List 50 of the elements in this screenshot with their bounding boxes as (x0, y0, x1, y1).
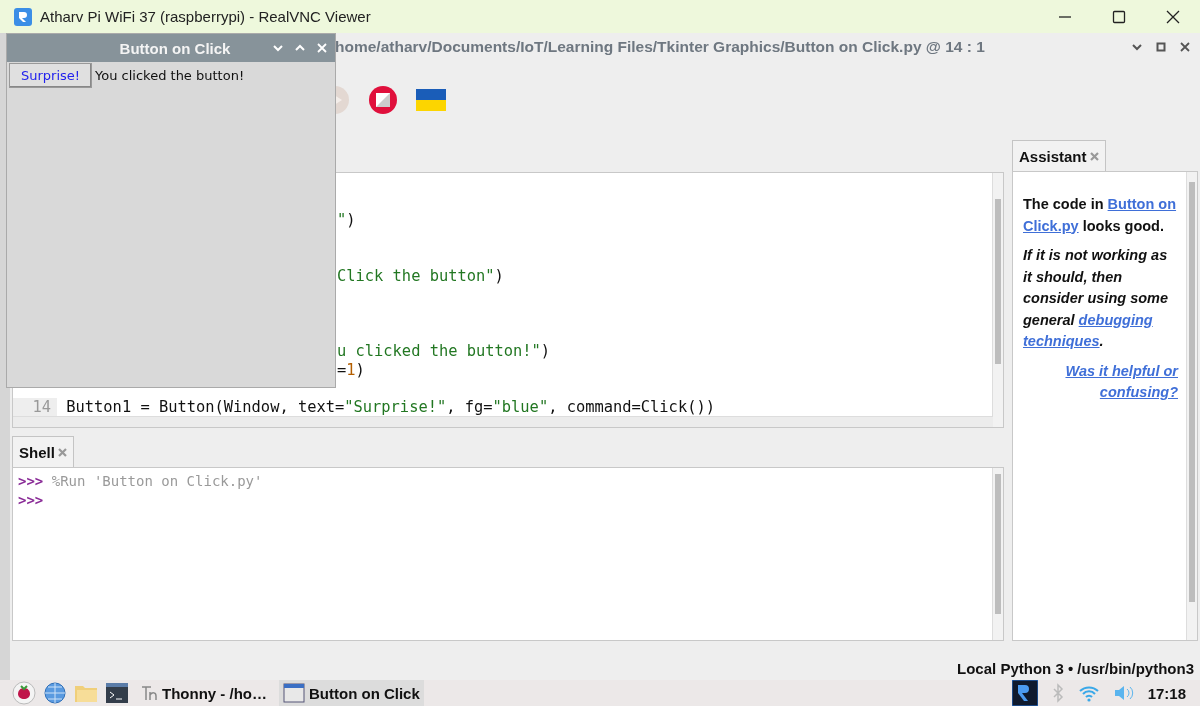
taskbar-item[interactable]: Button on Click (279, 680, 424, 706)
code-line: Click the button") (337, 266, 504, 286)
assistant-message: If it is not working as it should, then consider using some general debugging techniques. (1023, 246, 1170, 351)
bluetooth-icon[interactable] (1051, 683, 1064, 703)
volume-icon[interactable] (1113, 685, 1134, 701)
chevron-down-icon[interactable] (1132, 41, 1142, 52)
terminal-icon[interactable] (106, 683, 128, 703)
window-icon (283, 683, 305, 703)
taskbar-item[interactable]: Thonny - /ho… (136, 680, 271, 706)
shell-line: >>> %Run 'Button on Click.py' (18, 472, 264, 491)
scrollbar[interactable] (13, 416, 993, 427)
code-line: ") (337, 210, 356, 230)
close-icon[interactable] (1180, 41, 1190, 52)
close-icon[interactable] (1166, 9, 1180, 24)
shell-tab[interactable]: Shell (12, 436, 74, 467)
scrollbar[interactable] (1186, 172, 1197, 640)
chevron-up-icon[interactable] (295, 43, 305, 53)
window-title: Button on Click (118, 39, 232, 57)
code-line: =1) (337, 360, 365, 380)
scrollbar[interactable] (992, 173, 1003, 427)
message-label: You clicked the button! (95, 68, 245, 83)
flag-icon (416, 89, 446, 111)
shell-console[interactable]: >>> %Run 'Button on Click.py' >>> (12, 467, 1004, 641)
app-icon (140, 684, 158, 702)
globe-icon[interactable] (44, 682, 66, 704)
link[interactable]: Button on (1107, 196, 1177, 212)
line-number: 14 (13, 398, 57, 417)
shell-line: >>> (18, 491, 45, 510)
feedback-link[interactable]: Was it helpful or confusing? (1023, 360, 1178, 404)
remote-icon[interactable] (1011, 680, 1038, 706)
link[interactable]: techniques (1023, 333, 1100, 349)
raspberry-icon[interactable] (12, 681, 36, 705)
window-title: home/atharv/Documents/IoT/Learning Files/Tkinter Graphics/Button on Click.py @ 14 : 1 (335, 37, 985, 56)
code-line: u clicked the button!") (337, 341, 551, 361)
scrollbar[interactable] (992, 468, 1003, 640)
assistant-tab[interactable]: Assistant (1012, 140, 1106, 171)
maximize-icon[interactable] (1156, 41, 1166, 52)
clock: 17:18 (1147, 684, 1186, 702)
link[interactable]: debugging (1078, 311, 1153, 328)
code-line: Button1 = Button(Window, text="Surprise!", fg="blue", command=Click()) (65, 398, 715, 417)
surprise-button[interactable]: Surprise! (9, 63, 93, 88)
app-logo-icon (14, 7, 32, 26)
chevron-down-icon[interactable] (273, 43, 283, 53)
status-text: Local Python 3 • /usr/bin/python3 (956, 659, 1195, 679)
window-title: Atharv Pi WiFi 37 (raspberrypi) - RealVNC Viewer (40, 8, 371, 25)
link[interactable]: Click.py (1023, 217, 1079, 234)
wifi-icon[interactable] (1077, 684, 1100, 702)
stop-icon[interactable] (368, 85, 398, 115)
assistant-message: The code in Button on Click.py looks good. (1023, 195, 1178, 236)
maximize-icon[interactable] (1112, 9, 1126, 24)
